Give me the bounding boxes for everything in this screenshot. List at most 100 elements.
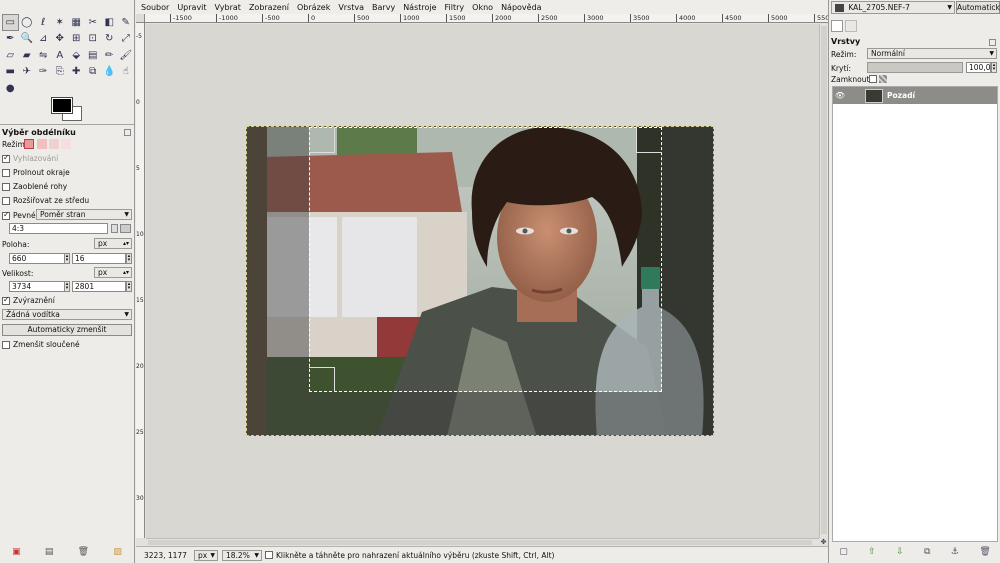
save-options-icon[interactable]: ▣ <box>12 547 21 557</box>
opacity-slider[interactable] <box>867 62 963 73</box>
zoom-select[interactable]: 18.2% ▼ <box>222 549 262 561</box>
layers-tab-icon[interactable] <box>831 20 843 32</box>
menu-0[interactable]: Soubor <box>141 3 169 12</box>
select-by-color-icon[interactable]: ▦ <box>68 14 85 31</box>
dock-menu-icon[interactable] <box>989 39 996 46</box>
size-h-spinner[interactable]: ▴ ▾ <box>126 281 132 292</box>
align-icon[interactable]: ⊞ <box>68 31 85 48</box>
mode-add-icon[interactable] <box>37 139 47 149</box>
blur-icon[interactable]: 💧 <box>101 64 118 81</box>
panel-menu-icon[interactable] <box>124 129 131 136</box>
reset-options-icon[interactable]: ▨ <box>113 547 122 557</box>
delete-options-icon[interactable]: 🗑 <box>78 547 89 557</box>
fixed-select[interactable]: Poměr stran ▼ <box>36 209 132 220</box>
perspective-clone-icon[interactable]: ⧉ <box>85 64 102 81</box>
fixed-row[interactable]: Pevné: <box>2 210 38 220</box>
channels-tab-icon[interactable] <box>845 20 857 32</box>
clone-icon[interactable]: ⎘ <box>52 64 69 81</box>
mode-replace-icon[interactable] <box>24 139 34 149</box>
highlight-row[interactable]: Zvýraznění <box>2 295 55 305</box>
expand-row[interactable]: Rozšiřovat ze středu <box>2 196 89 205</box>
position-y-spinner[interactable]: ▴ ▾ <box>126 253 132 264</box>
feather-row[interactable]: Prolnout okraje <box>2 168 70 177</box>
ellipse-select-icon[interactable]: ◯ <box>19 14 36 31</box>
eye-icon[interactable]: 👁 <box>833 91 847 100</box>
menu-2[interactable]: Vybrat <box>215 3 241 12</box>
layer-mode-select[interactable]: Normální ▼ <box>867 48 997 59</box>
delete-layer-icon[interactable]: 🗑 <box>979 547 990 557</box>
rotate-icon[interactable]: ↻ <box>101 31 118 48</box>
foreground-select-icon[interactable]: ◧ <box>101 14 118 31</box>
opacity-input[interactable]: 100,0 <box>966 62 991 73</box>
guides-select[interactable]: Žádná vodítka ▼ <box>2 309 132 320</box>
lock-alpha-icon[interactable] <box>879 75 887 83</box>
raise-layer-icon[interactable]: ⇧ <box>868 547 876 557</box>
menu-10[interactable]: Nápověda <box>501 3 542 12</box>
fixed-checkbox[interactable] <box>2 210 10 220</box>
scissors-icon[interactable]: ✂ <box>85 14 102 31</box>
rounded-checkbox[interactable] <box>2 182 10 191</box>
pencil-icon[interactable]: ✏ <box>101 47 118 64</box>
menu-8[interactable]: Filtry <box>445 3 465 12</box>
foreground-color[interactable] <box>51 97 73 114</box>
menu-9[interactable]: Okno <box>472 3 493 12</box>
landscape-icon[interactable] <box>120 224 131 233</box>
measure-icon[interactable]: ⊿ <box>35 31 52 48</box>
horizontal-scrollbar[interactable] <box>146 538 819 546</box>
lower-layer-icon[interactable]: ⇩ <box>896 547 904 557</box>
vertical-ruler[interactable]: -5 0 5 10 15 20 25 30 <box>136 23 145 538</box>
menu-4[interactable]: Obrázek <box>297 3 330 12</box>
selection-handle-topright[interactable] <box>636 127 662 153</box>
rectangle-selection[interactable] <box>309 127 662 392</box>
smudge-icon[interactable]: ☝ <box>118 64 135 81</box>
rounded-row[interactable]: Zaoblené rohy <box>2 182 67 191</box>
menu-5[interactable]: Vrstva <box>338 3 364 12</box>
perspective-icon[interactable]: ▰ <box>19 47 36 64</box>
ratio-input[interactable]: 4:3 <box>9 223 108 234</box>
zoom-icon[interactable]: 🔍 <box>19 31 36 48</box>
shrink-merged-checkbox[interactable] <box>2 340 10 349</box>
horizontal-ruler[interactable]: -1500 -1000 -500 0 500 1000 1500 2000 2500 3000 35… <box>145 14 828 23</box>
canvas-area[interactable] <box>146 24 819 538</box>
bucket-fill-icon[interactable]: ⬙ <box>68 47 85 64</box>
mode-intersect-icon[interactable] <box>61 139 71 149</box>
menu-3[interactable]: Zobrazení <box>249 3 289 12</box>
image-canvas[interactable] <box>246 126 714 436</box>
position-unit-select[interactable]: px ▴▾ <box>94 238 132 249</box>
antialias-checkbox[interactable] <box>2 153 10 163</box>
dodge-burn-icon[interactable]: ● <box>2 80 19 97</box>
unit-select[interactable]: px ▼ <box>194 549 218 561</box>
image-select[interactable]: KAL_2705.NEF-7 ▼ <box>831 1 955 14</box>
text-icon[interactable]: A <box>52 47 69 64</box>
selection-handle-bottomleft[interactable] <box>309 367 335 392</box>
restore-options-icon[interactable]: ▤ <box>45 547 54 557</box>
new-layer-icon[interactable]: ▢ <box>839 547 848 557</box>
auto-button[interactable]: Automaticky <box>956 1 1000 14</box>
vertical-scrollbar[interactable] <box>819 24 828 538</box>
gradient-icon[interactable]: ▤ <box>85 47 102 64</box>
color-swatches[interactable] <box>51 97 84 124</box>
size-unit-select[interactable]: px ▴▾ <box>94 267 132 278</box>
layer-row[interactable]: 👁 Pozadí <box>833 87 997 104</box>
lasso-icon[interactable]: ℓ <box>35 14 52 31</box>
opacity-spinner[interactable]: ▴ ▾ <box>991 62 997 73</box>
antialias-row[interactable]: Vyhlazování <box>2 153 58 163</box>
size-w-input[interactable]: 3734 <box>9 281 65 292</box>
auto-shrink-button[interactable]: Automaticky zmenšit <box>2 324 132 336</box>
scale-icon[interactable]: ⤢ <box>118 31 135 48</box>
menu-7[interactable]: Nástroje <box>403 3 436 12</box>
size-h-input[interactable]: 2801 <box>72 281 126 292</box>
anchor-layer-icon[interactable]: ⚓ <box>951 547 959 557</box>
ink-icon[interactable]: ✑ <box>35 64 52 81</box>
flip-icon[interactable]: ⇋ <box>35 47 52 64</box>
vertical-scrollbar-thumb[interactable] <box>821 26 827 534</box>
portrait-icon[interactable] <box>111 224 118 233</box>
mode-subtract-icon[interactable] <box>49 139 59 149</box>
shrink-merged-row[interactable]: Zmenšit sloučené <box>2 340 80 349</box>
horizontal-scrollbar-thumb[interactable] <box>148 540 812 545</box>
menu-1[interactable]: Upravit <box>177 3 206 12</box>
position-x-input[interactable]: 660 <box>9 253 65 264</box>
layer-name[interactable]: Pozadí <box>887 91 915 100</box>
color-picker-icon[interactable]: ✒ <box>2 31 19 48</box>
feather-checkbox[interactable] <box>2 168 10 177</box>
